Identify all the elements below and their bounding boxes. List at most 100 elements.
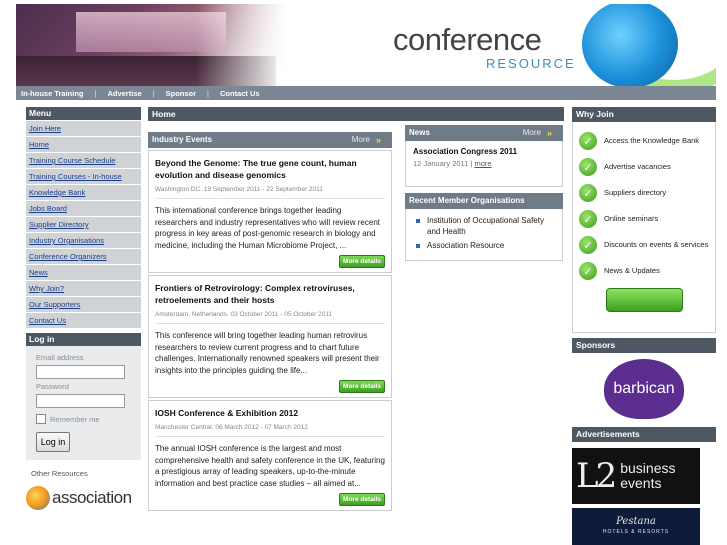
email-label: Email address <box>36 353 84 362</box>
password-label: Password <box>36 382 69 391</box>
menu-our-supporters[interactable]: Our Supporters <box>26 297 141 312</box>
pestana-tagline: HOTELS & RESORTS <box>602 529 670 535</box>
news-item: Association Congress 2011 12 January 201… <box>405 141 563 187</box>
site-logo-sub: RESOURCE <box>486 56 576 71</box>
menu-supplier-directory[interactable]: Supplier Directory <box>26 217 141 232</box>
nav-sponsor[interactable]: Sponsor <box>166 89 196 98</box>
menu-home[interactable]: Home <box>26 137 141 152</box>
why-join-item: ✓ Discounts on events & services <box>579 232 709 258</box>
event-description: This international conference brings tog… <box>155 206 380 250</box>
recent-members-title: Recent Member Organisations <box>409 196 525 205</box>
news-more-link[interactable]: More <box>523 125 541 141</box>
nav-advertise[interactable]: Advertise <box>107 89 141 98</box>
menu-title: Menu <box>26 107 141 120</box>
remember-me: Remember me <box>36 414 131 424</box>
nav-contact-us[interactable]: Contact Us <box>220 89 260 98</box>
news-item-more-link[interactable]: more <box>474 159 491 168</box>
event-meta: Washington DC. 19 September 2011 - 22 Se… <box>155 186 385 199</box>
globe-icon <box>582 4 678 86</box>
password-field[interactable] <box>36 394 125 408</box>
bullet-icon <box>416 244 420 248</box>
nav-separator: | <box>207 88 209 98</box>
industry-events-header: Industry Events More » <box>148 132 392 148</box>
menu-training-course-schedule[interactable]: Training Course Schedule <box>26 153 141 168</box>
why-join-label: Online seminars <box>604 214 659 223</box>
recent-member-name: Association Resource <box>427 241 505 250</box>
why-join-item: ✓ Online seminars <box>579 206 709 232</box>
event-card: IOSH Conference & Exhibition 2012 Manche… <box>148 400 392 511</box>
remember-me-label: Remember me <box>50 414 100 424</box>
menu-jobs-board[interactable]: Jobs Board <box>26 201 141 216</box>
why-join-panel: ✓ Access the Knowledge Bank ✓ Advertise … <box>572 122 716 333</box>
menu-training-courses-in-house[interactable]: Training Courses - In-house <box>26 169 141 184</box>
why-join-item: ✓ Advertise vacancies <box>579 154 709 180</box>
side-menu: Join Here Home Training Course Schedule … <box>26 121 141 328</box>
double-chevron-right-icon[interactable]: » <box>547 128 559 138</box>
recent-members-list: Institution of Occupational Safety and H… <box>405 209 563 261</box>
checkmark-icon: ✓ <box>579 210 597 228</box>
nav-in-house-training[interactable]: In-house Training <box>21 89 84 98</box>
news-header: News More » <box>405 125 563 141</box>
association-resource-logo[interactable]: association <box>26 486 141 510</box>
bullet-icon <box>416 219 420 223</box>
event-description: This conference will bring together lead… <box>155 331 380 375</box>
menu-contact-us[interactable]: Contact Us <box>26 313 141 328</box>
menu-knowledge-bank[interactable]: Knowledge Bank <box>26 185 141 200</box>
site-logo-main[interactable]: conference <box>393 22 542 58</box>
recent-members-header: Recent Member Organisations <box>405 193 563 209</box>
nav-separator: | <box>152 88 155 98</box>
login-panel: Log in Email address Password Remember m… <box>26 333 141 460</box>
top-navigation: In-house Training | Advertise | Sponsor … <box>16 86 716 100</box>
list-item[interactable]: Institution of Occupational Safety and H… <box>416 215 555 237</box>
menu-news[interactable]: News <box>26 265 141 280</box>
event-title[interactable]: Frontiers of Retrovirology: Complex retr… <box>155 282 385 306</box>
checkmark-icon: ✓ <box>579 262 597 280</box>
checkmark-icon: ✓ <box>579 236 597 254</box>
login-title: Log in <box>26 333 141 346</box>
event-card: Frontiers of Retrovirology: Complex retr… <box>148 275 392 398</box>
login-button[interactable]: Log in <box>36 432 70 452</box>
recent-member-name: Institution of Occupational Safety and H… <box>427 216 544 236</box>
why-join-label: Advertise vacancies <box>604 162 671 171</box>
industry-events-more-link[interactable]: More <box>352 132 370 148</box>
nav-separator: | <box>94 88 97 98</box>
why-join-title: Why Join <box>572 107 716 122</box>
remember-me-checkbox[interactable] <box>36 414 46 424</box>
list-item[interactable]: Association Resource <box>416 240 555 251</box>
why-join-label: Suppliers directory <box>604 188 667 197</box>
more-details-button[interactable]: More details <box>339 380 385 393</box>
menu-join-here[interactable]: Join Here <box>26 121 141 136</box>
l2-ad-text: business events <box>620 460 676 491</box>
email-field[interactable] <box>36 365 125 379</box>
double-chevron-right-icon[interactable]: » <box>376 135 388 145</box>
advertisements-title: Advertisements <box>572 427 716 442</box>
industry-events-title: Industry Events <box>152 135 213 144</box>
why-join-item: ✓ News & Updates <box>579 258 709 284</box>
event-description: The annual IOSH conference is the larges… <box>155 444 385 488</box>
news-item-title[interactable]: Association Congress 2011 <box>413 147 555 156</box>
join-button[interactable] <box>605 288 683 312</box>
news-item-date: 12 January 2011 | more <box>413 159 492 168</box>
pestana-hotels-ad[interactable]: Pestana HOTELS & RESORTS <box>572 508 700 545</box>
event-meta: Amsterdam, Netherlands. 03 October 2011 … <box>155 311 385 324</box>
why-join-item: ✓ Access the Knowledge Bank <box>579 128 709 154</box>
menu-why-join[interactable]: Why Join? <box>26 281 141 296</box>
pestana-logo-text: Pestana <box>616 516 656 527</box>
barbican-sponsor-logo[interactable]: barbican <box>604 359 684 419</box>
l2-business-events-ad[interactable]: L2 business events <box>572 448 700 504</box>
news-title: News <box>409 128 430 137</box>
left-column: Menu Join Here Home Training Course Sche… <box>26 107 141 510</box>
menu-conference-organizers[interactable]: Conference Organizers <box>26 249 141 264</box>
more-details-button[interactable]: More details <box>339 255 385 268</box>
sponsors-title: Sponsors <box>572 338 716 353</box>
site-header: conference RESOURCE <box>16 4 716 86</box>
main-content: Home Industry Events More » Beyond the G… <box>148 107 564 511</box>
news-section: News More » Association Congress 2011 12… <box>405 125 563 261</box>
page-title: Home <box>148 107 564 121</box>
more-details-button[interactable]: More details <box>339 493 385 506</box>
menu-industry-organisations[interactable]: Industry Organisations <box>26 233 141 248</box>
event-title[interactable]: Beyond the Genome: The true gene count, … <box>155 157 385 181</box>
event-title[interactable]: IOSH Conference & Exhibition 2012 <box>155 407 385 419</box>
l2-logo-mark: L2 <box>576 456 617 496</box>
checkmark-icon: ✓ <box>579 184 597 202</box>
